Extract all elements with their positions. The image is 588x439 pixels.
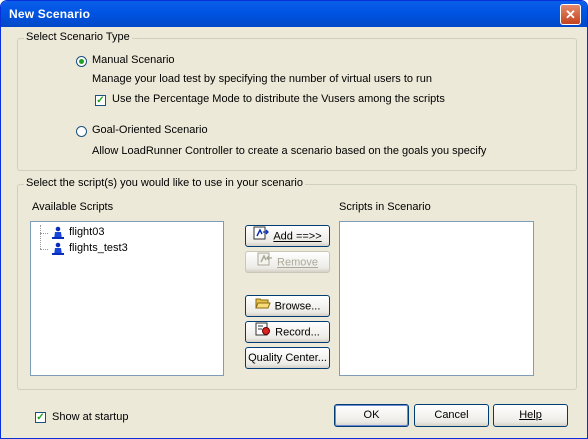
cancel-button[interactable]: Cancel (414, 404, 489, 427)
browse-button[interactable]: Browse... (245, 295, 330, 317)
goal-oriented-scenario-radio[interactable] (76, 126, 87, 137)
new-scenario-dialog: New Scenario ✕ Select Scenario Type Manu… (0, 0, 588, 439)
checkmark-icon: ✓ (36, 412, 45, 423)
manual-scenario-label[interactable]: Manual Scenario (92, 54, 175, 66)
dialog-client: Select Scenario Type Manual Scenario Man… (4, 27, 584, 435)
help-button-label: Help (519, 409, 542, 421)
manual-scenario-description: Manage your load test by specifying the … (92, 73, 432, 85)
goal-oriented-scenario-label[interactable]: Goal-Oriented Scenario (92, 124, 208, 136)
record-button[interactable]: Record... (245, 321, 330, 343)
remove-script-icon (257, 252, 273, 273)
remove-button-label: Remove (277, 256, 318, 269)
remove-button[interactable]: Remove (245, 251, 330, 273)
percentage-mode-label[interactable]: Use the Percentage Mode to distribute th… (112, 93, 445, 105)
window-title: New Scenario (9, 7, 91, 21)
scripts-group: Select the script(s) you would like to u… (17, 177, 577, 390)
vuser-script-icon (51, 226, 65, 243)
radio-selected-dot (79, 59, 84, 64)
close-icon: ✕ (565, 7, 576, 22)
scripts-legend: Select the script(s) you would like to u… (24, 177, 305, 189)
folder-open-icon (254, 296, 271, 317)
quality-center-button[interactable]: Quality Center... (245, 347, 330, 369)
scenario-type-group: Select Scenario Type Manual Scenario Man… (17, 31, 577, 171)
add-script-icon (253, 226, 270, 247)
script-name: flight03 (69, 226, 105, 238)
scripts-in-scenario-list[interactable] (339, 221, 534, 376)
manual-scenario-radio[interactable] (76, 56, 87, 67)
script-name: flights_test3 (69, 242, 128, 254)
available-scripts-list[interactable]: flight03 flights_test3 (30, 221, 224, 376)
vuser-script-icon (51, 242, 65, 259)
show-at-startup-label[interactable]: Show at startup (52, 411, 128, 423)
scenario-type-legend: Select Scenario Type (24, 31, 132, 43)
ok-button-label: OK (363, 409, 380, 421)
title-bar[interactable]: New Scenario ✕ (1, 1, 587, 27)
available-scripts-label: Available Scripts (32, 201, 114, 213)
show-at-startup-checkbox[interactable]: ✓ (35, 412, 46, 423)
add-button-label: Add ==>> (273, 230, 322, 243)
browse-button-label: Browse... (274, 300, 321, 313)
tree-connector (40, 225, 41, 249)
checkmark-icon: ✓ (96, 95, 105, 106)
tree-connector (40, 249, 48, 250)
percentage-mode-checkbox[interactable]: ✓ (95, 95, 106, 106)
tree-connector (40, 233, 48, 234)
record-button-label: Record... (275, 326, 320, 339)
add-button[interactable]: Add ==>> (245, 225, 330, 247)
ok-button[interactable]: OK (334, 404, 409, 427)
close-button[interactable]: ✕ (560, 4, 581, 25)
scripts-in-scenario-label: Scripts in Scenario (339, 201, 431, 213)
goal-oriented-description: Allow LoadRunner Controller to create a … (92, 145, 487, 157)
cancel-button-label: Cancel (434, 409, 469, 421)
record-script-icon (255, 322, 271, 343)
help-button[interactable]: Help (493, 404, 568, 427)
quality-center-button-label: Quality Center... (248, 352, 327, 365)
